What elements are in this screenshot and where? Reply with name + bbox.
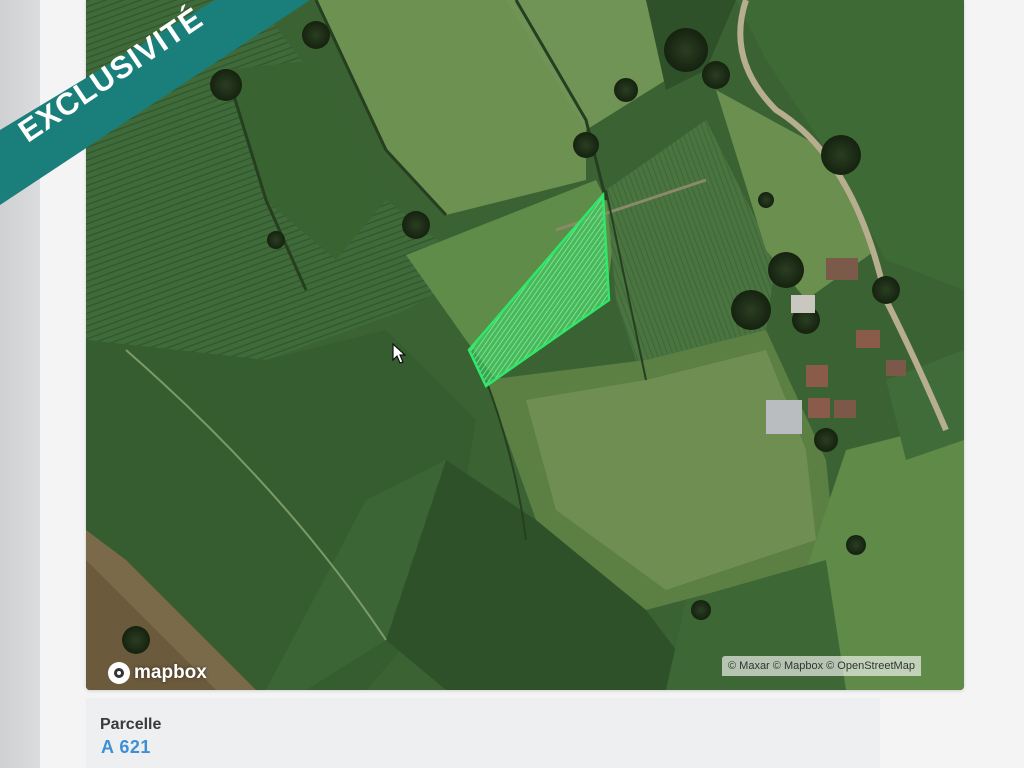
exclusive-ribbon [0,0,310,205]
map-attribution[interactable]: © Maxar © Mapbox © OpenStreetMap [722,656,921,676]
mapbox-logo: mapbox [108,660,207,686]
parcel-value[interactable]: A 621 [101,737,151,758]
mapbox-logo-icon [108,662,130,684]
cursor-arrow-icon [392,343,407,364]
mapbox-logo-text: mapbox [134,662,207,683]
parcel-label: Parcelle [100,716,162,733]
parcel-info-panel [86,698,880,768]
